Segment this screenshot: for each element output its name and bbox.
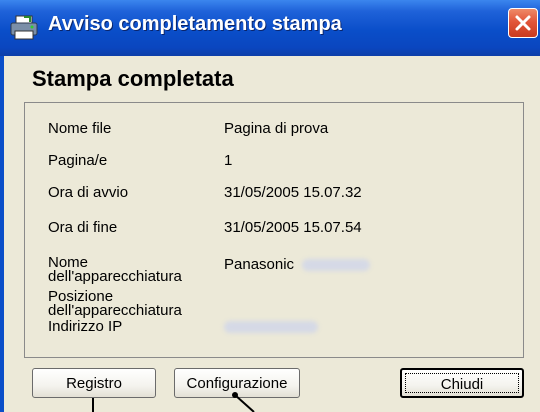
close-button-label: Chiudi: [440, 376, 484, 393]
window-title: Avviso completamento stampa: [48, 13, 342, 35]
location-label-line2: dell'apparecchiatura: [48, 302, 182, 319]
device-brand-text: Panasonic: [224, 256, 295, 273]
close-icon: [515, 15, 531, 31]
redacted-model: [302, 259, 371, 272]
start-time-value: 31/05/2005 15.07.32: [224, 184, 362, 201]
close-window-button[interactable]: [508, 8, 538, 38]
page-title: Stampa completata: [32, 66, 234, 91]
ip-address-label: Indirizzo IP: [48, 318, 123, 335]
file-name-label: Nome file: [48, 120, 112, 137]
pages-label: Pagina/e: [48, 152, 108, 169]
window-frame: [0, 56, 4, 412]
redacted-ip: [224, 321, 318, 334]
print-complete-dialog: Avviso completamento stampa Stampa compl…: [0, 0, 540, 412]
end-time-value: 31/05/2005 15.07.54: [224, 219, 362, 236]
end-time-label: Ora di fine: [48, 219, 118, 236]
close-button[interactable]: Chiudi: [400, 368, 524, 398]
location-label: Posizione dell'apparecchiatura: [48, 289, 182, 319]
callout-line-log: [92, 398, 94, 412]
log-button[interactable]: Registro: [32, 368, 156, 398]
device-name-value: Panasonic: [224, 256, 371, 273]
device-name-label: Nome dell'apparecchiatura: [48, 255, 182, 285]
start-time-label: Ora di avvio: [48, 184, 129, 201]
device-name-label-line2: dell'apparecchiatura: [48, 268, 182, 285]
callout-arrow-configuration: [232, 392, 255, 412]
pages-value: 1: [224, 152, 233, 169]
printer-icon: [10, 14, 38, 40]
title-bar[interactable]: Avviso completamento stampa: [0, 0, 540, 56]
file-name-value: Pagina di prova: [224, 120, 329, 137]
ip-address-value: [224, 318, 318, 335]
